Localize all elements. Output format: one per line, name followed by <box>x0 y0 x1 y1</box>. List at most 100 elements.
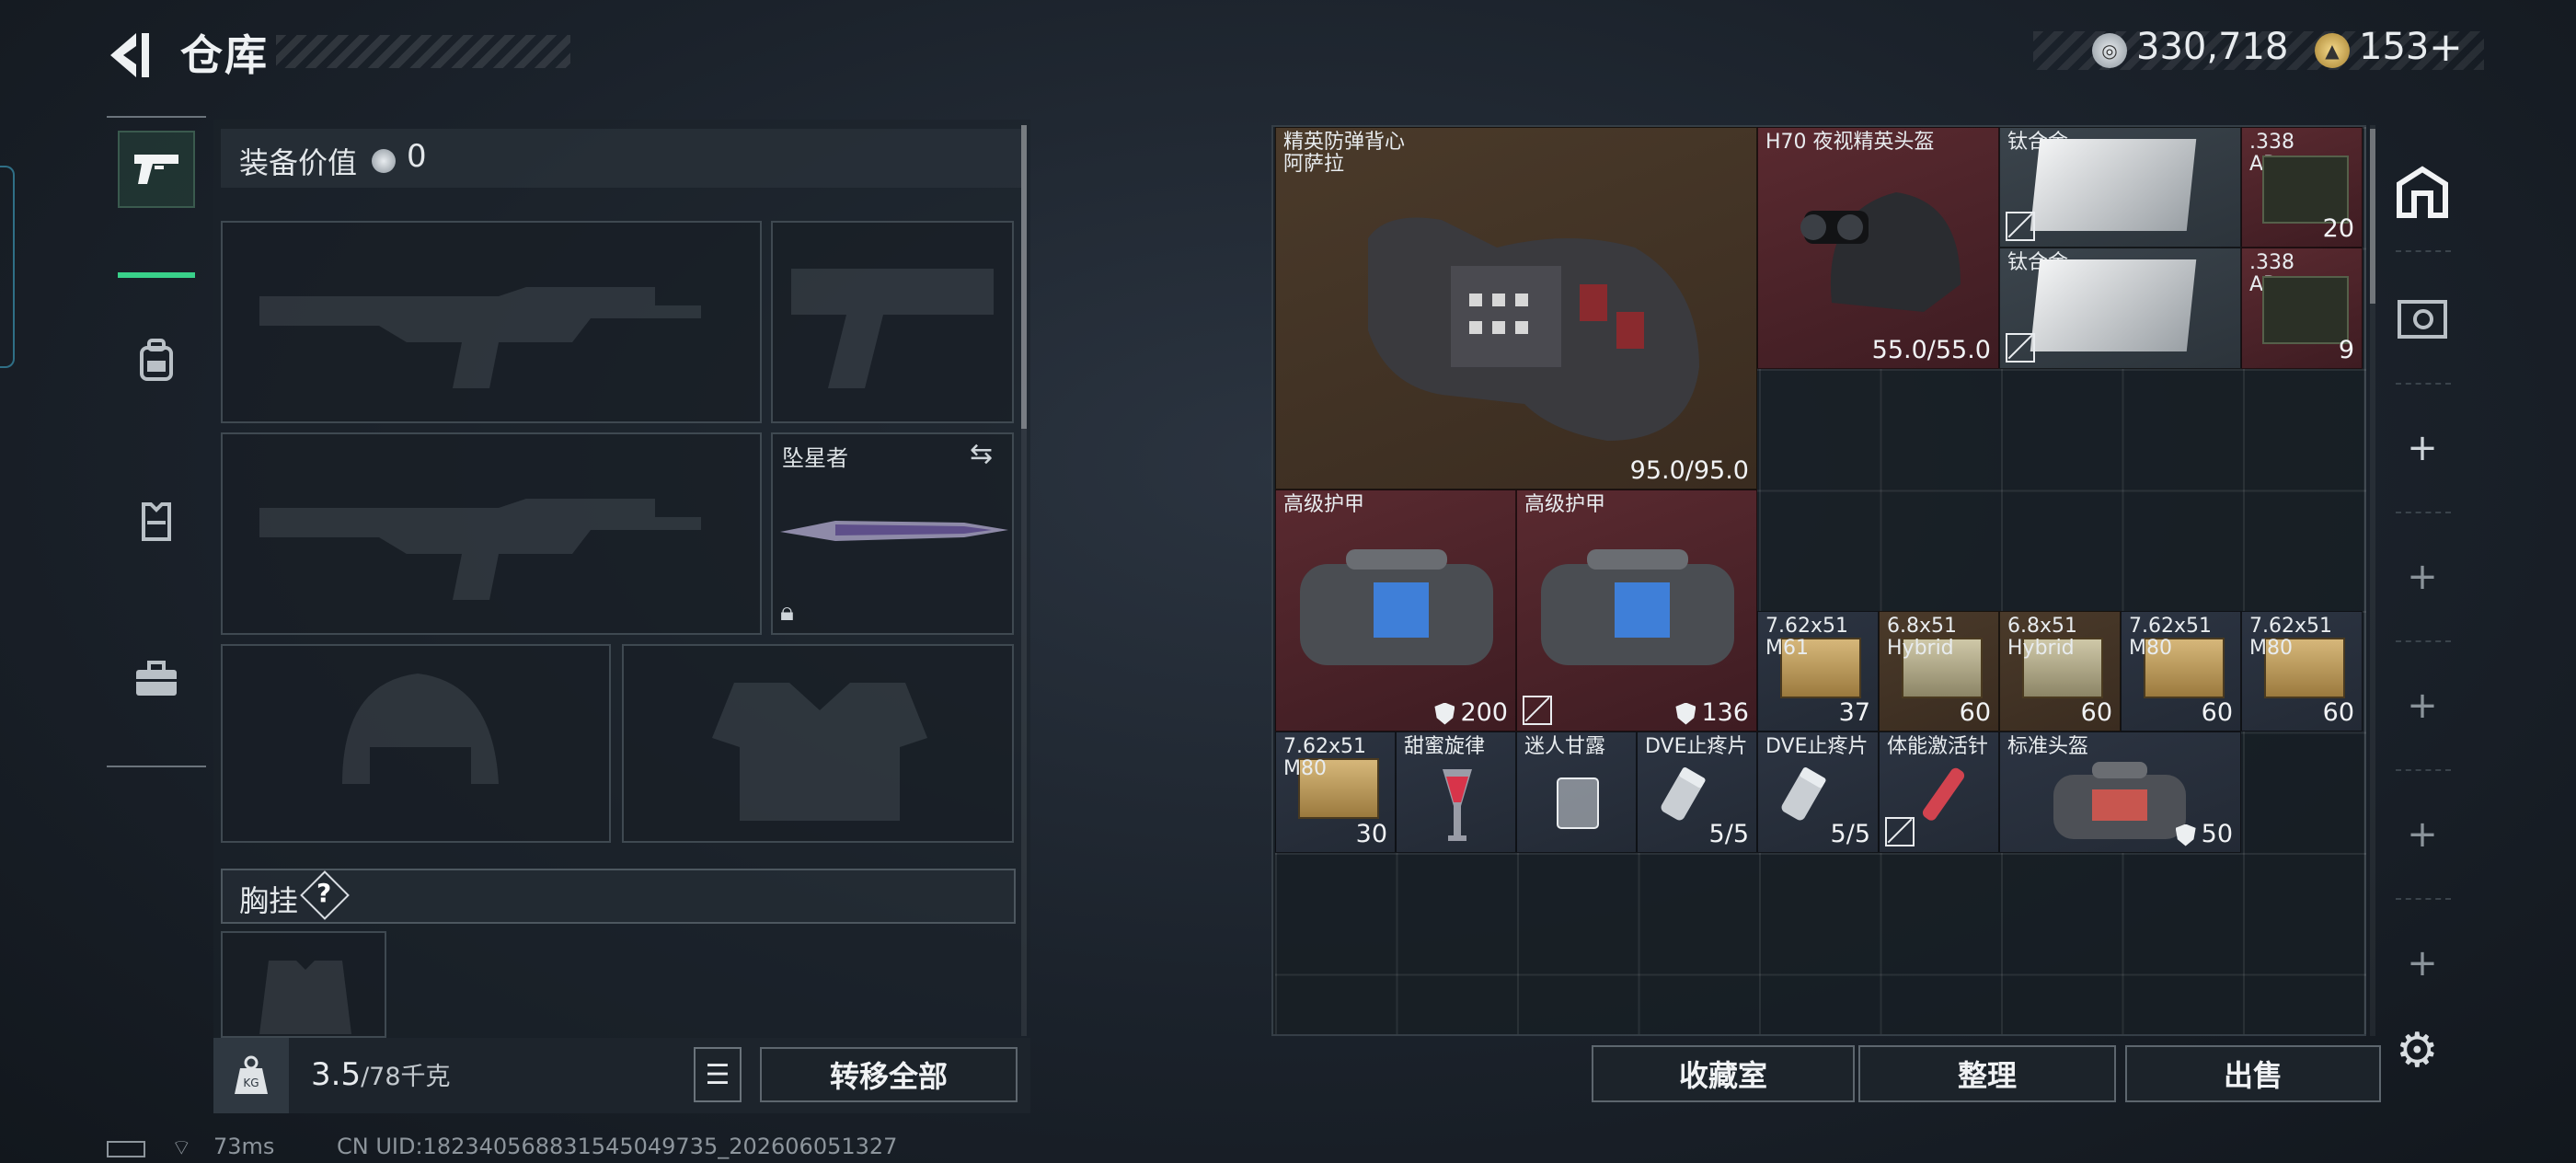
tab-toolbox[interactable] <box>118 640 195 718</box>
add-page-button[interactable]: + <box>2392 547 2453 607</box>
secondary-weapon-slot[interactable] <box>221 432 762 635</box>
sell-button[interactable]: 出售 <box>2125 1045 2381 1102</box>
item-count: 30 <box>1355 820 1387 848</box>
sidearm-slot[interactable] <box>771 221 1014 423</box>
svg-text:KG: KG <box>243 1077 259 1089</box>
armor-silhouette-icon <box>712 683 927 821</box>
transfer-all-button[interactable]: 转移全部 <box>760 1047 1018 1102</box>
item-name: 7.62x51 M80 <box>2249 615 2332 660</box>
inventory-item[interactable]: 钛合金 <box>1999 127 2241 248</box>
inventory-item[interactable]: 7.62x51 M80 60 <box>2241 611 2363 731</box>
tab-backpack[interactable] <box>118 322 195 399</box>
warehouse-page-icon[interactable] <box>2392 162 2453 223</box>
inventory-item[interactable]: 甜蜜旋律 <box>1396 731 1516 853</box>
helmet-bag-icon <box>2053 762 2186 839</box>
page-title: 仓库 <box>180 30 269 80</box>
inventory-item[interactable]: .338 AP 20 <box>2241 127 2363 248</box>
inventory-item[interactable]: 7.62x51 M61 37 <box>1757 611 1879 731</box>
inventory-item[interactable]: 高级护甲 136 <box>1516 489 1757 731</box>
backpack-icon <box>140 339 173 381</box>
settings-gear-icon[interactable]: ⚙ <box>2396 1023 2439 1078</box>
uid-readout: CN UID:18234056883154504973​5_2026060513… <box>337 1134 898 1159</box>
glass-cup-icon <box>1557 777 1599 829</box>
side-drawer-handle[interactable] <box>0 166 15 368</box>
rifle-silhouette-icon <box>259 287 701 388</box>
armor-slot[interactable] <box>622 644 1014 843</box>
inventory-item[interactable]: .338 AP 9 <box>2241 248 2363 369</box>
melee-name: 坠星者 <box>782 445 848 471</box>
inventory-item[interactable]: 6.8x51 Hybrid 60 <box>1999 611 2121 731</box>
silver-coin-icon <box>372 149 396 173</box>
item-stat-value: 50 <box>2201 820 2233 848</box>
inventory-item[interactable]: DVE止疼片 5/5 <box>1637 731 1757 853</box>
tab-weapons[interactable] <box>118 131 195 208</box>
inventory-item[interactable]: 精英防弹背心 阿萨拉 95.0/95.0 <box>1275 127 1757 489</box>
item-count: 60 <box>2080 698 2112 727</box>
item-name: 甜蜜旋律 <box>1404 735 1486 758</box>
injector-icon <box>1922 767 1965 821</box>
safe-box-icon[interactable] <box>2392 289 2453 350</box>
armor-bag-icon <box>1300 549 1493 665</box>
warehouse-scroll-thumb[interactable] <box>2370 129 2375 304</box>
ammo-can-icon <box>2262 155 2349 224</box>
add-page-button[interactable]: + <box>2392 933 2453 994</box>
weight-readout: 3.5/78千克 <box>311 1056 451 1093</box>
inventory-item[interactable]: H70 夜视精英头盔 55.0/55.0 <box>1757 127 1999 369</box>
battery-icon <box>107 1141 145 1157</box>
rifle-silhouette-icon <box>259 499 701 600</box>
melee-slot[interactable]: 坠星者 ⇆ 🔒︎ <box>771 432 1014 635</box>
silver-currency-value: 330,718 <box>2136 26 2289 68</box>
inventory-item[interactable]: 7.62x51 M80 60 <box>2121 611 2241 731</box>
primary-weapon-slot[interactable] <box>221 221 762 423</box>
add-page-button[interactable]: + <box>2392 804 2453 865</box>
inventory-item[interactable]: DVE止疼片 5/5 <box>1757 731 1879 853</box>
item-name: DVE止疼片 <box>1765 735 1869 758</box>
inventory-item[interactable]: 迷人甘露 <box>1516 731 1637 853</box>
briefcase-icon <box>136 661 177 696</box>
list-view-button[interactable]: ☰ <box>694 1047 742 1102</box>
ammo-can-icon <box>2262 276 2349 344</box>
active-tab-indicator <box>118 272 195 278</box>
gold-coin-icon: ▲ <box>2315 33 2350 68</box>
rail-divider <box>2396 769 2451 771</box>
inventory-item[interactable]: 标准头盔 50 <box>1999 731 2241 853</box>
no-bind-icon <box>1885 817 1915 846</box>
equipment-value: 0 <box>407 138 427 175</box>
equipment-scroll-thumb[interactable] <box>1021 125 1027 429</box>
inventory-item[interactable]: 钛合金 <box>1999 248 2241 369</box>
item-count: 37 <box>1838 698 1870 727</box>
vest-icon <box>142 502 171 541</box>
item-name: H70 夜视精英头盔 <box>1765 131 1935 154</box>
inventory-item[interactable]: 高级护甲 200 <box>1275 489 1516 731</box>
add-gold-button[interactable]: + <box>2429 24 2463 71</box>
organize-button[interactable]: 整理 <box>1858 1045 2116 1102</box>
inventory-item[interactable]: 6.8x51 Hybrid 60 <box>1879 611 1999 731</box>
item-durability: 200 <box>1434 698 1508 727</box>
rail-divider <box>2396 898 2451 900</box>
item-name: 体能激活针 <box>1887 735 1989 758</box>
item-durability: 136 <box>1675 698 1749 727</box>
item-count: 60 <box>2322 698 2354 727</box>
item-durability: 95.0/95.0 <box>1629 456 1749 485</box>
titanium-plate-icon <box>2030 259 2197 351</box>
helmet-slot[interactable] <box>221 644 611 843</box>
cocktail-glass-icon <box>1443 769 1472 841</box>
inventory-item[interactable]: 7.62x51 M80 30 <box>1275 731 1396 853</box>
add-page-button[interactable]: + <box>2392 675 2453 736</box>
armor-bag-icon <box>1541 549 1734 665</box>
swap-icon[interactable]: ⇆ <box>970 438 993 470</box>
item-count: 9 <box>2338 336 2354 364</box>
wifi-icon: ⌔ <box>171 1134 192 1160</box>
titanium-plate-icon <box>2030 139 2197 231</box>
shield-icon <box>2175 823 2196 846</box>
item-count: 60 <box>2201 698 2233 727</box>
weight-current: 3.5 <box>311 1056 362 1093</box>
inventory-item[interactable]: 体能激活针 <box>1879 731 1999 853</box>
tab-vest[interactable] <box>118 482 195 559</box>
chest-rig-slot[interactable] <box>221 931 386 1038</box>
collection-room-button[interactable]: 收藏室 <box>1592 1045 1855 1102</box>
item-name: 6.8x51 Hybrid <box>1887 615 1958 660</box>
help-text: ? <box>316 878 332 908</box>
back-arrow-icon[interactable] <box>101 28 156 83</box>
add-page-button[interactable]: + <box>2392 418 2453 478</box>
